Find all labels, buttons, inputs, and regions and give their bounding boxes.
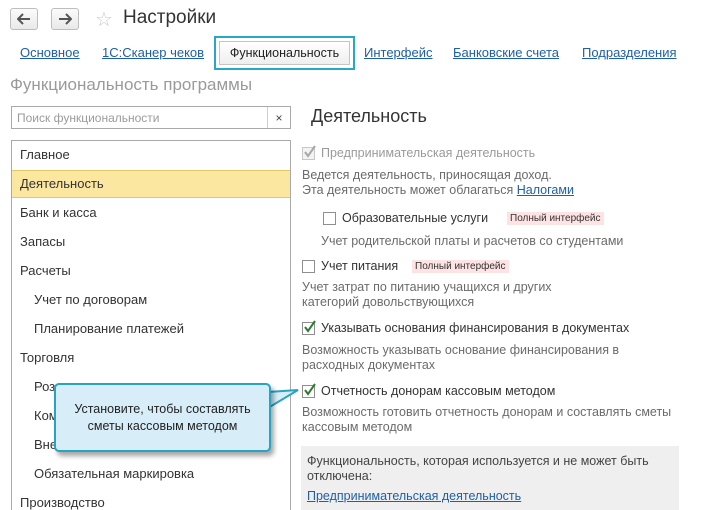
donor-cash-reporting-checkbox[interactable] <box>302 383 316 398</box>
tab-interface[interactable]: Интерфейс <box>364 45 432 60</box>
sidebar-item-bank-cash[interactable]: Банк и касса <box>12 199 290 227</box>
sidebar-item-marking[interactable]: Обязательная маркировка <box>12 460 290 488</box>
section-title: Функциональность программы <box>10 75 253 94</box>
funding-basis-label: Указывать основания финансирования в док… <box>321 321 630 335</box>
arrow-right-icon <box>59 13 72 25</box>
sidebar-list: Главное Деятельность Банк и касса Запасы… <box>11 140 291 510</box>
info-text: Функциональность, которая используется и… <box>307 454 649 484</box>
funding-basis-desc-line2: расходных документах <box>302 358 436 372</box>
arrow-left-icon <box>17 13 30 25</box>
meal-accounting-desc-line2: категорий довольствующихся <box>302 295 475 309</box>
sidebar-item-payment-planning[interactable]: Планирование платежей <box>12 315 290 343</box>
sidebar-item-trade[interactable]: Торговля <box>12 344 290 372</box>
checkmark-icon <box>304 320 316 333</box>
education-services-desc: Учет родительской платы и расчетов со ст… <box>321 234 624 248</box>
donor-cash-reporting-desc-line1: Возможность готовить отчетность донорам … <box>302 405 672 419</box>
favorite-star-icon[interactable]: ☆ <box>95 7 113 32</box>
meal-accounting-label: Учет питания <box>321 259 399 273</box>
hint-tooltip-text: Установите, чтобы составлять сметы кассо… <box>62 401 263 435</box>
clear-search-button[interactable]: × <box>267 107 290 128</box>
education-services-label: Образовательные услуги <box>342 211 489 225</box>
sidebar-item-settlements[interactable]: Расчеты <box>12 257 290 285</box>
tab-bank-accounts[interactable]: Банковские счета <box>453 45 559 60</box>
hint-tooltip: Установите, чтобы составлять сметы кассо… <box>54 383 271 452</box>
entrepreneurial-link[interactable]: Предпринимательская деятельность <box>307 489 521 504</box>
entrepreneurial-desc: Ведется деятельность, приносящая доход. … <box>302 168 574 198</box>
meal-accounting-checkbox[interactable] <box>302 260 315 273</box>
sidebar-item-contracts[interactable]: Учет по договорам <box>12 286 290 314</box>
entrepreneurial-checkbox[interactable] <box>302 145 316 160</box>
entrepreneurial-desc-line1: Ведется деятельность, приносящая доход. <box>302 168 552 182</box>
sidebar-item-inventory[interactable]: Запасы <box>12 228 290 256</box>
entrepreneurial-label: Предпринимательская деятельность <box>321 146 536 160</box>
meal-accounting-desc: Учет затрат по питанию учащихся и других… <box>302 280 552 310</box>
donor-cash-reporting-desc: Возможность готовить отчетность донорам … <box>302 405 671 435</box>
checkmark-icon <box>304 145 316 158</box>
hint-tooltip-line2: сметы кассовым методом <box>87 419 238 433</box>
full-interface-badge: Полный интерфейс <box>507 212 604 225</box>
tab-main[interactable]: Основное <box>20 45 80 60</box>
donor-cash-reporting-label: Отчетность донорам кассовым методом <box>321 384 556 398</box>
sidebar-item-main[interactable]: Главное <box>12 141 290 169</box>
tab-departments[interactable]: Подразделения <box>582 45 677 60</box>
sidebar-item-production[interactable]: Производство <box>12 489 290 510</box>
tab-scanner[interactable]: 1С:Сканер чеков <box>102 45 204 60</box>
funding-basis-desc-line1: Возможность указывать основание финансир… <box>302 343 620 357</box>
tooltip-pointer <box>268 389 299 410</box>
funding-basis-checkbox[interactable] <box>302 320 316 335</box>
info-text-line2: отключена: <box>307 469 373 483</box>
entrepreneurial-desc-line2: Эта деятельность может облагаться <box>302 183 514 197</box>
page-title: Настройки <box>123 7 217 28</box>
meal-accounting-desc-line1: Учет затрат по питанию учащихся и других <box>302 280 552 294</box>
forward-button[interactable] <box>51 8 79 30</box>
back-button[interactable] <box>10 8 38 30</box>
panel-title: Деятельность <box>311 106 427 126</box>
taxes-link[interactable]: Налогами <box>517 183 574 197</box>
search-input[interactable]: Поиск функциональности × <box>11 106 291 129</box>
tab-functionality[interactable]: Функциональность <box>214 36 355 70</box>
checkmark-icon <box>304 383 316 396</box>
funding-basis-desc: Возможность указывать основание финансир… <box>302 343 619 373</box>
sidebar-item-activity[interactable]: Деятельность <box>12 170 290 198</box>
hint-tooltip-line1: Установите, чтобы составлять <box>74 402 251 416</box>
tab-functionality-label: Функциональность <box>219 41 350 65</box>
donor-cash-reporting-desc-line2: кассовым методом <box>302 420 413 434</box>
info-text-line1: Функциональность, которая используется и… <box>307 454 649 468</box>
education-services-checkbox[interactable] <box>323 212 336 225</box>
search-placeholder: Поиск функциональности <box>17 111 160 125</box>
locked-functionality-info: Функциональность, которая используется и… <box>301 446 679 510</box>
full-interface-badge: Полный интерфейс <box>412 260 509 273</box>
